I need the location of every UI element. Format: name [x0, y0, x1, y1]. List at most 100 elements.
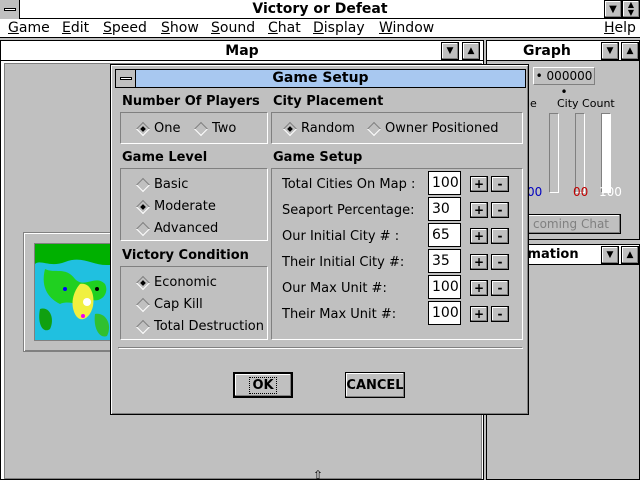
players-option-one[interactable]: One: [137, 121, 180, 136]
victory-option-economic-label: Economic: [154, 275, 217, 290]
our-max-unit-minus-button[interactable]: -: [491, 280, 509, 296]
system-menu-icon: [120, 77, 132, 80]
radio-unselected-icon: [137, 223, 149, 235]
radio-unselected-icon: [137, 179, 149, 191]
victory-option-cap-kill-label: Cap Kill: [154, 297, 203, 312]
scroll-indicator-icon: ⇧: [313, 468, 324, 480]
seaport-field[interactable]: 30: [428, 197, 461, 221]
graph-bar-2: [575, 113, 585, 193]
setup-group-box: Total Cities On Map : 100 + - Seaport Pe…: [271, 168, 523, 340]
graph-counter-value: 000000: [546, 69, 593, 83]
graph-value-2: 00: [573, 185, 589, 199]
system-menu-button[interactable]: [0, 0, 20, 19]
menu-bar: Game Edit Speed Show Sound Chat Display …: [0, 19, 640, 38]
level-option-moderate[interactable]: Moderate: [137, 199, 216, 214]
placement-option-owner[interactable]: Owner Positioned: [368, 121, 498, 136]
placement-group-box: Random Owner Positioned: [271, 112, 523, 144]
victory-option-total-destruction[interactable]: Total Destruction: [137, 319, 264, 334]
victory-group-title: Victory Condition: [122, 248, 249, 263]
our-initial-city-minus-button[interactable]: -: [491, 228, 509, 244]
players-option-two[interactable]: Two: [195, 121, 236, 136]
menu-window[interactable]: Window: [379, 20, 434, 37]
up-arrow-icon: ▲: [467, 46, 475, 56]
menu-sound[interactable]: Sound: [211, 20, 255, 37]
level-option-basic[interactable]: Basic: [137, 177, 188, 192]
level-option-basic-label: Basic: [154, 177, 189, 192]
victory-option-economic[interactable]: Economic: [137, 275, 217, 290]
map-minimize-button[interactable]: ▼: [441, 42, 459, 60]
graph-bar-3: [601, 113, 611, 193]
menu-chat[interactable]: Chat: [268, 20, 301, 37]
level-group: Game Level Basic Moderate Advanced: [120, 150, 268, 241]
up-arrow-icon: ▲: [626, 250, 634, 260]
their-initial-city-plus-button[interactable]: +: [470, 254, 488, 270]
minimap-panel: [23, 232, 119, 352]
minimap-image[interactable]: [34, 243, 114, 341]
seaport-plus-button[interactable]: +: [470, 202, 488, 218]
menu-display[interactable]: Display: [313, 20, 365, 37]
level-option-advanced-label: Advanced: [154, 221, 219, 236]
graph-value-3: 100: [599, 185, 622, 199]
their-max-unit-field[interactable]: 100: [428, 301, 461, 325]
players-option-two-label: Two: [212, 121, 237, 136]
dialog-title-bar: Game Setup: [115, 69, 526, 88]
placement-group-title: City Placement: [273, 94, 384, 109]
cancel-button[interactable]: CANCEL: [345, 372, 405, 398]
total-cities-minus-button[interactable]: -: [491, 176, 509, 192]
placement-group: City Placement Random Owner Positioned: [271, 94, 523, 144]
their-max-unit-minus-button[interactable]: -: [491, 306, 509, 322]
minimize-button[interactable]: ▼: [604, 0, 622, 18]
radio-unselected-icon: [368, 123, 380, 135]
menu-speed[interactable]: Speed: [103, 20, 147, 37]
players-group: Number Of Players One Two: [120, 94, 268, 144]
total-cities-plus-button[interactable]: +: [470, 176, 488, 192]
our-max-unit-plus-button[interactable]: +: [470, 280, 488, 296]
our-max-unit-field[interactable]: 100: [428, 275, 461, 299]
level-group-box: Basic Moderate Advanced: [120, 168, 268, 241]
cancel-button-label: CANCEL: [346, 377, 404, 393]
menu-game[interactable]: Game: [8, 20, 50, 37]
app-title: Victory or Defeat: [252, 1, 388, 17]
our-max-unit-label: Our Max Unit #:: [282, 281, 387, 296]
menu-help[interactable]: Help: [604, 20, 636, 37]
our-initial-city-field[interactable]: 65: [428, 223, 461, 247]
level-option-moderate-label: Moderate: [154, 199, 216, 214]
their-initial-city-field[interactable]: 35: [428, 249, 461, 273]
victory-group-box: Economic Cap Kill Total Destruction: [120, 266, 268, 340]
dialog-system-menu-button[interactable]: [115, 69, 136, 88]
players-group-box: One Two: [120, 112, 268, 144]
up-arrow-icon: ▲: [626, 46, 634, 56]
menu-edit[interactable]: Edit: [62, 20, 89, 37]
setup-group-title: Game Setup: [273, 150, 363, 165]
restore-button[interactable]: ▲ ▼: [622, 0, 640, 18]
city-count-label: City Count: [557, 97, 615, 110]
placement-option-random[interactable]: Random: [284, 121, 355, 136]
map-maximize-button[interactable]: ▲: [462, 42, 480, 60]
info-minimize-button[interactable]: ▼: [601, 246, 619, 264]
info-maximize-button[interactable]: ▲: [621, 246, 639, 264]
radio-unselected-icon: [137, 321, 149, 333]
total-cities-field[interactable]: 100: [428, 171, 461, 195]
down-arrow-icon: ▼: [606, 46, 614, 56]
our-initial-city-plus-button[interactable]: +: [470, 228, 488, 244]
radio-selected-icon: [137, 123, 149, 135]
our-initial-city-label: Our Initial City # :: [282, 229, 400, 244]
incoming-chat-button[interactable]: coming Chat: [521, 214, 621, 234]
ok-button[interactable]: OK: [233, 372, 293, 398]
graph-maximize-button[interactable]: ▲: [621, 42, 639, 60]
victory-option-cap-kill[interactable]: Cap Kill: [137, 297, 203, 312]
graph-minimize-button[interactable]: ▼: [601, 42, 619, 60]
their-initial-city-minus-button[interactable]: -: [491, 254, 509, 270]
menu-show[interactable]: Show: [161, 20, 199, 37]
radio-unselected-icon: [195, 123, 207, 135]
seaport-minus-button[interactable]: -: [491, 202, 509, 218]
players-option-one-label: One: [154, 121, 181, 136]
level-option-advanced[interactable]: Advanced: [137, 221, 218, 236]
their-max-unit-label: Their Max Unit #:: [282, 307, 397, 322]
map-title-bar: Map: [1, 41, 483, 61]
dialog-title: Game Setup: [272, 70, 369, 86]
down-arrow-icon: ▼: [606, 250, 614, 260]
players-group-title: Number Of Players: [122, 94, 260, 109]
their-max-unit-plus-button[interactable]: +: [470, 306, 488, 322]
radio-unselected-icon: [137, 299, 149, 311]
